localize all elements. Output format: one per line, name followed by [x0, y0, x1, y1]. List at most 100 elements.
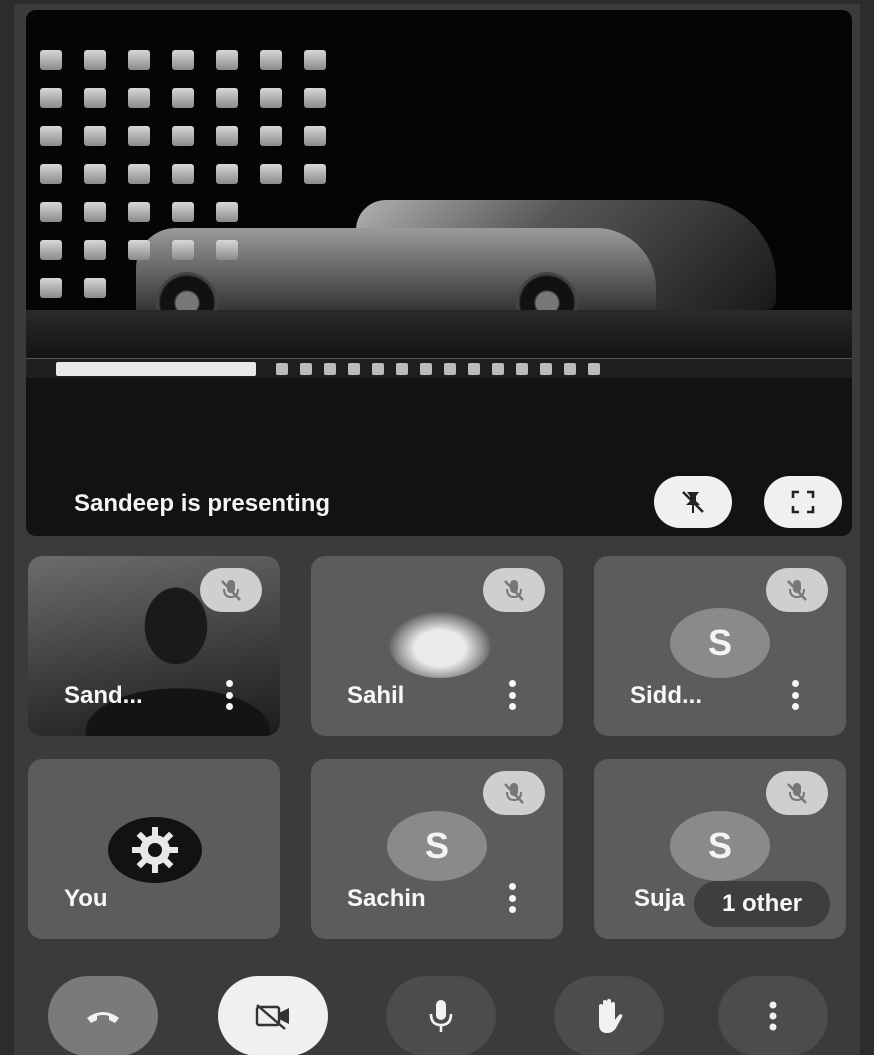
you-avatar	[108, 817, 202, 883]
taskbar-icon	[516, 363, 528, 375]
presentation-panel[interactable]: Sandeep is presenting	[26, 10, 852, 536]
desktop-icon	[260, 88, 282, 108]
desktop-icon	[128, 240, 150, 260]
participant-menu-button[interactable]	[507, 680, 517, 710]
taskbar-icon	[348, 363, 360, 375]
participant-tile-sandeep[interactable]: Sand...	[28, 556, 280, 736]
taskbar-icon	[396, 363, 408, 375]
muted-mic-icon	[483, 771, 545, 815]
other-participants-pill[interactable]: 1 other	[694, 881, 830, 927]
participant-name: Sand...	[64, 682, 143, 709]
muted-mic-icon	[483, 568, 545, 612]
desktop-icon	[172, 240, 194, 260]
desktop-icon	[216, 202, 238, 222]
desktop-icon	[40, 278, 62, 298]
desktop-icon	[84, 126, 106, 146]
desktop-icon	[128, 164, 150, 184]
fullscreen-icon	[791, 490, 815, 514]
desktop-icon	[172, 126, 194, 146]
desktop-icon	[40, 50, 62, 70]
desktop-icon	[128, 202, 150, 222]
taskbar-icon	[324, 363, 336, 375]
desktop-icon	[216, 88, 238, 108]
participant-tile-sidd[interactable]: S Sidd...	[594, 556, 846, 736]
taskbar-icon	[492, 363, 504, 375]
participant-name: Sahil	[347, 682, 405, 709]
participant-tile-you[interactable]: You	[28, 759, 280, 939]
participant-menu-button[interactable]	[224, 680, 234, 710]
sidd-avatar: S	[670, 608, 770, 678]
raise-hand-icon	[599, 999, 623, 1033]
desktop-icon	[40, 164, 62, 184]
desktop-icon	[84, 164, 106, 184]
more-options-button[interactable]	[718, 976, 828, 1055]
participant-name: Sidd...	[630, 682, 702, 709]
desktop-icon	[260, 126, 282, 146]
presenting-label: Sandeep is presenting	[74, 490, 331, 517]
participant-menu-button[interactable]	[507, 883, 517, 913]
desktop-icon	[128, 88, 150, 108]
participant-tile-suja[interactable]: S Suja 1 other	[594, 759, 846, 939]
raise-hand-button[interactable]	[554, 976, 664, 1055]
taskbar-icon	[300, 363, 312, 375]
taskbar-icon	[468, 363, 480, 375]
taskbar-icon	[540, 363, 552, 375]
microphone-button[interactable]	[386, 976, 496, 1055]
desktop-icon	[172, 50, 194, 70]
desktop-icon	[304, 50, 326, 70]
meeting-screen: Sandeep is presenting Sand... Sahil S Si…	[14, 4, 860, 1055]
desktop-icon	[84, 50, 106, 70]
taskbar-icon	[372, 363, 384, 375]
participant-menu-button[interactable]	[790, 680, 800, 710]
desktop-icon	[40, 240, 62, 260]
desktop-icon	[172, 164, 194, 184]
taskbar-icon	[564, 363, 576, 375]
camera-toggle-button[interactable]	[218, 976, 328, 1055]
desktop-icon	[260, 164, 282, 184]
sachin-avatar: S	[387, 811, 487, 881]
taskbar-icon	[444, 363, 456, 375]
desktop-icon	[304, 88, 326, 108]
desktop-icon	[128, 50, 150, 70]
desktop-icon	[128, 126, 150, 146]
unpin-icon	[682, 491, 704, 513]
desktop-icon	[216, 126, 238, 146]
muted-mic-icon	[766, 568, 828, 612]
taskbar-icon	[276, 363, 288, 375]
taskbar-icon	[420, 363, 432, 375]
desktop-icon	[84, 202, 106, 222]
desktop-icon	[216, 164, 238, 184]
desktop-icon	[40, 202, 62, 222]
participant-tile-sachin[interactable]: S Sachin	[311, 759, 563, 939]
more-options-icon	[769, 1001, 777, 1031]
end-call-button[interactable]	[48, 976, 158, 1055]
desktop-icon	[172, 88, 194, 108]
end-call-icon	[87, 1012, 119, 1023]
taskbar-icon	[588, 363, 600, 375]
fullscreen-button[interactable]	[764, 476, 842, 528]
desktop-icon	[304, 126, 326, 146]
desktop-icon	[216, 50, 238, 70]
road	[26, 310, 852, 358]
desktop-icon	[40, 126, 62, 146]
shared-taskbar	[26, 358, 852, 378]
shared-taskbar-search	[56, 362, 256, 376]
suja-avatar: S	[670, 811, 770, 881]
muted-mic-icon	[766, 771, 828, 815]
desktop-icon	[84, 88, 106, 108]
participant-name: Suja	[634, 885, 685, 912]
shared-desktop-screen	[26, 10, 852, 378]
participant-name: You	[64, 885, 108, 912]
desktop-icon	[260, 50, 282, 70]
desktop-icon	[84, 278, 106, 298]
participant-tile-sahil[interactable]: Sahil	[311, 556, 563, 736]
desktop-icon	[216, 240, 238, 260]
desktop-icon	[172, 202, 194, 222]
unpin-button[interactable]	[654, 476, 732, 528]
camera-off-icon	[255, 1004, 289, 1030]
gear-icon	[132, 827, 178, 873]
desktop-icon	[84, 240, 106, 260]
muted-mic-icon	[200, 568, 262, 612]
microphone-icon	[429, 1000, 453, 1032]
participant-name: Sachin	[347, 885, 426, 912]
